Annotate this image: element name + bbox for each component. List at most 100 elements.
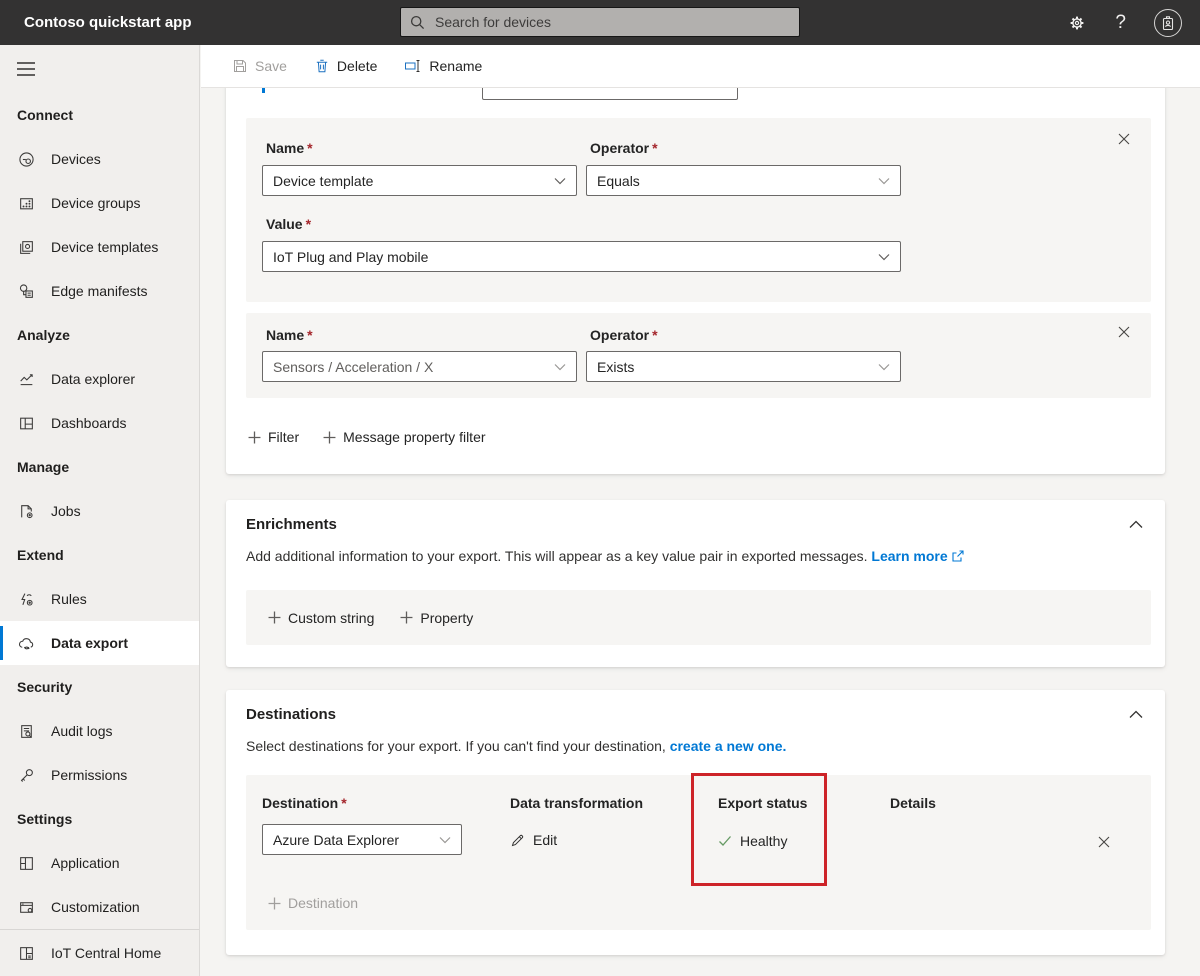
filter-row: Name* Sensors / Acceleration / X Operato… (246, 313, 1151, 398)
account-button[interactable] (1154, 9, 1182, 37)
sidebar-item-label: Jobs (51, 503, 81, 519)
sidebar-item-dashboards[interactable]: Dashboards (0, 401, 199, 445)
top-app-bar: Contoso quickstart app ? (0, 0, 1200, 45)
trash-icon (314, 58, 330, 74)
edit-transformation-button[interactable]: Edit (510, 832, 557, 848)
enrichments-title: Enrichments (246, 516, 337, 533)
clipped-input-field[interactable] (482, 88, 738, 100)
filter-operator-select[interactable]: Equals (586, 165, 901, 196)
close-icon (1117, 132, 1131, 146)
rename-button[interactable]: Rename (404, 58, 482, 74)
destinations-title: Destinations (246, 706, 336, 723)
save-label: Save (255, 58, 287, 74)
sidebar-item-label: Rules (51, 591, 87, 607)
permissions-icon (17, 767, 36, 784)
sidebar-item-jobs[interactable]: Jobs (0, 489, 199, 533)
sidebar-item-iot-central-home[interactable]: IoT Central Home (0, 929, 199, 976)
sidebar-item-permissions[interactable]: Permissions (0, 753, 199, 797)
filter-value-select[interactable]: IoT Plug and Play mobile (262, 241, 901, 272)
select-value: Device template (273, 173, 373, 189)
left-navigation: Connect Devices Device groups Device tem… (0, 45, 200, 976)
filter-name-select[interactable]: Sensors / Acceleration / X (262, 351, 577, 382)
plus-icon (400, 611, 413, 624)
nav-section-connect: Connect (0, 93, 199, 137)
collapse-menu-button[interactable] (0, 45, 199, 93)
add-filter-button[interactable]: Filter (248, 429, 299, 445)
learn-more-link[interactable]: Learn more (871, 548, 963, 564)
gear-icon (1067, 13, 1087, 33)
filter-row: Name* Device template Operator* Equals (246, 118, 1151, 302)
destination-select[interactable]: Azure Data Explorer (262, 824, 462, 855)
collapse-destinations-button[interactable] (1129, 710, 1143, 719)
destination-column-header: Destination* (262, 795, 347, 811)
search-icon (410, 15, 425, 30)
sidebar-item-audit-logs[interactable]: Audit logs (0, 709, 199, 753)
sidebar-item-device-groups[interactable]: Device groups (0, 181, 199, 225)
edge-manifests-icon (17, 283, 36, 300)
save-icon (232, 58, 248, 74)
details-column-header: Details (890, 795, 936, 811)
sidebar-item-label: Edge manifests (51, 283, 148, 299)
rename-label: Rename (429, 58, 482, 74)
sidebar-item-edge-manifests[interactable]: Edge manifests (0, 269, 199, 313)
application-icon (17, 855, 36, 872)
collapse-enrichments-button[interactable] (1129, 520, 1143, 529)
filter-operator-select[interactable]: Exists (586, 351, 901, 382)
device-search-box[interactable] (400, 7, 800, 37)
devices-icon (17, 151, 36, 168)
save-button[interactable]: Save (232, 58, 287, 74)
device-templates-icon (17, 239, 36, 256)
plus-icon (323, 431, 336, 444)
nav-section-security: Security (0, 665, 199, 709)
add-custom-string-button[interactable]: Custom string (268, 610, 374, 626)
rules-icon (17, 591, 36, 608)
sidebar-item-label: Customization (51, 899, 140, 915)
nav-section-analyze: Analyze (0, 313, 199, 357)
sidebar-item-customization[interactable]: Customization (0, 885, 199, 929)
search-input[interactable] (433, 13, 790, 31)
chevron-down-icon (554, 177, 566, 185)
required-asterisk: * (307, 140, 312, 156)
filters-card: Name* Device template Operator* Equals (226, 88, 1165, 474)
required-asterisk: * (652, 327, 657, 343)
select-value: Exists (597, 359, 634, 375)
remove-filter-button[interactable] (1115, 130, 1133, 148)
data-transformation-column-header: Data transformation (510, 795, 643, 811)
export-status-value: Healthy (718, 833, 787, 849)
delete-button[interactable]: Delete (314, 58, 377, 74)
filter-name-select[interactable]: Device template (262, 165, 577, 196)
chevron-down-icon (878, 363, 890, 371)
sidebar-item-data-export[interactable]: Data export (0, 621, 199, 665)
sidebar-item-rules[interactable]: Rules (0, 577, 199, 621)
chevron-down-icon (878, 177, 890, 185)
sidebar-item-devices[interactable]: Devices (0, 137, 199, 181)
hamburger-icon (17, 62, 35, 76)
sidebar-item-label: Data explorer (51, 371, 135, 387)
settings-button[interactable] (1067, 13, 1087, 33)
remove-destination-button[interactable] (1095, 833, 1113, 851)
sidebar-item-label: Permissions (51, 767, 127, 783)
add-property-button[interactable]: Property (400, 610, 473, 626)
device-groups-icon (17, 195, 36, 212)
nav-section-settings: Settings (0, 797, 199, 841)
add-message-property-filter-button[interactable]: Message property filter (323, 429, 485, 445)
sidebar-item-application[interactable]: Application (0, 841, 199, 885)
main-area: Save Delete Rename Name* Device template (201, 45, 1200, 976)
create-destination-link[interactable]: create a new one. (670, 738, 787, 754)
customization-icon (17, 899, 36, 916)
enrichments-description: Add additional information to your expor… (246, 548, 964, 564)
sidebar-item-device-templates[interactable]: Device templates (0, 225, 199, 269)
chevron-down-icon (439, 836, 451, 844)
name-field-label: Name* (266, 327, 313, 343)
help-button[interactable]: ? (1115, 12, 1126, 34)
select-value: Sensors / Acceleration / X (273, 359, 433, 375)
export-status-column-header: Export status (718, 795, 807, 811)
sidebar-item-label: Audit logs (51, 723, 112, 739)
plus-icon (248, 431, 261, 444)
add-destination-button[interactable]: Destination (268, 895, 358, 911)
enrichments-card: Enrichments Add additional information t… (226, 500, 1165, 667)
command-bar: Save Delete Rename (201, 45, 1200, 88)
remove-filter-button[interactable] (1115, 323, 1133, 341)
data-export-icon (17, 635, 36, 652)
sidebar-item-data-explorer[interactable]: Data explorer (0, 357, 199, 401)
